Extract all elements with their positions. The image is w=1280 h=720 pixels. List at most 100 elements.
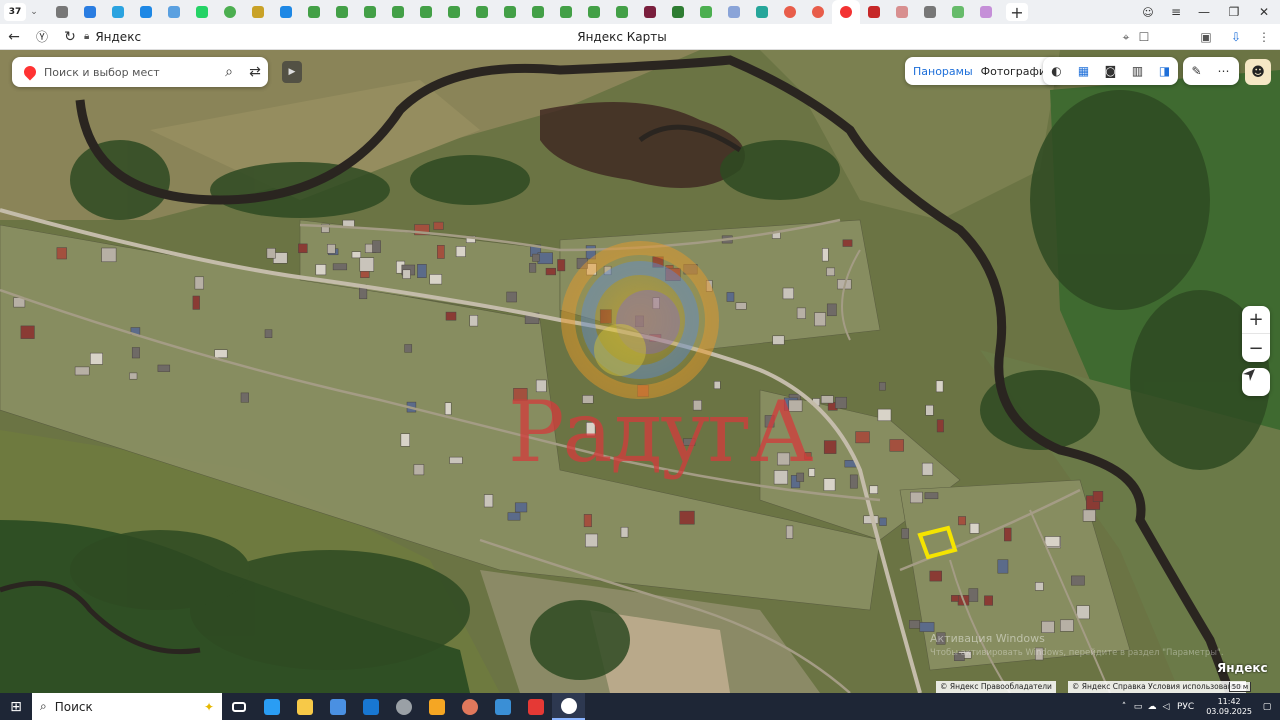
- minimize-button[interactable]: —: [1190, 0, 1218, 24]
- locate-me-button[interactable]: [1242, 368, 1270, 396]
- taskbar-app[interactable]: [387, 693, 420, 720]
- browser-tab[interactable]: [244, 0, 272, 24]
- browser-tab[interactable]: [580, 0, 608, 24]
- panoramas-button[interactable]: Панорамы: [909, 65, 977, 78]
- network-icon[interactable]: ▭: [1131, 702, 1145, 712]
- speaker-icon[interactable]: ◁: [1159, 702, 1173, 712]
- chevron-up-icon[interactable]: ˄: [1117, 702, 1131, 712]
- satellite-map[interactable]: [0, 50, 1280, 693]
- search-icon[interactable]: ⌕: [216, 59, 242, 85]
- browser-tab[interactable]: [860, 0, 888, 24]
- zoom-out-button[interactable]: −: [1242, 334, 1270, 362]
- yellow-leaf-icon: [252, 6, 264, 18]
- browser-tab[interactable]: [160, 0, 188, 24]
- new-tab-button[interactable]: +: [1006, 3, 1028, 22]
- taskbar-app[interactable]: [255, 693, 288, 720]
- browser-tab[interactable]: [888, 0, 916, 24]
- browser-tab[interactable]: [524, 0, 552, 24]
- yandex-icon[interactable]: Ⓨ: [28, 24, 56, 50]
- camera-icon[interactable]: ◙: [1097, 57, 1124, 85]
- menu-icon[interactable]: ⋮: [1256, 29, 1272, 45]
- red-circle-icon: [784, 6, 796, 18]
- yandex-logo[interactable]: Яндекс: [1217, 661, 1268, 675]
- building: [919, 622, 935, 632]
- profile-icon[interactable]: ☺: [1134, 0, 1162, 24]
- browser-tab[interactable]: [76, 0, 104, 24]
- lock-icon: 🔒︎: [84, 31, 90, 42]
- taskbar-app[interactable]: [519, 693, 552, 720]
- help-link[interactable]: Справка: [1113, 682, 1146, 691]
- browser-tab[interactable]: [552, 0, 580, 24]
- browser-tab[interactable]: [748, 0, 776, 24]
- taskbar-app[interactable]: [453, 693, 486, 720]
- windows-start-icon[interactable]: ⊞: [0, 693, 32, 720]
- droplet-icon: [728, 6, 740, 18]
- panorama-icon[interactable]: ◨: [1151, 57, 1178, 85]
- close-button[interactable]: ✕: [1250, 0, 1278, 24]
- browser-tab[interactable]: [356, 0, 384, 24]
- browser-tab[interactable]: [916, 0, 944, 24]
- browser-tab[interactable]: [412, 0, 440, 24]
- layers-icon[interactable]: ◐: [1043, 57, 1070, 85]
- chevron-down-icon[interactable]: ⌄: [26, 3, 42, 21]
- map-type-icon[interactable]: ▦: [1070, 57, 1097, 85]
- cloud-icon[interactable]: ☁: [1145, 702, 1159, 712]
- tab-count-button[interactable]: 37: [4, 3, 26, 21]
- rights-link[interactable]: Правообладатели: [981, 682, 1052, 691]
- browser-tab[interactable]: [384, 0, 412, 24]
- menu-icon[interactable]: ≡: [1162, 0, 1190, 24]
- sidebar-expand-button[interactable]: ▶: [282, 61, 302, 83]
- browser-tab[interactable]: [104, 0, 132, 24]
- site-label[interactable]: Яндекс: [95, 30, 141, 44]
- notifications-icon[interactable]: ▢: [1260, 702, 1274, 712]
- location-pin-icon[interactable]: ⌖: [1118, 29, 1134, 45]
- reload-button[interactable]: ↻: [56, 24, 84, 50]
- browser-tab[interactable]: [944, 0, 972, 24]
- avatar[interactable]: ☻: [1245, 59, 1271, 85]
- bus-icon[interactable]: ▥: [1124, 57, 1151, 85]
- browser-tab[interactable]: [328, 0, 356, 24]
- taskbar-app[interactable]: [222, 693, 255, 720]
- taskbar-app[interactable]: [552, 693, 585, 720]
- browser-tab[interactable]: [440, 0, 468, 24]
- maximize-button[interactable]: ❐: [1220, 0, 1248, 24]
- taskbar-app[interactable]: [420, 693, 453, 720]
- browser-tab[interactable]: [188, 0, 216, 24]
- search-input[interactable]: Поиск и выбор мест: [44, 66, 216, 79]
- map-viewport[interactable]: РадугА Поиск и выбор мест ⌕ ⇄ ▶ Панорамы…: [0, 50, 1280, 693]
- more-icon[interactable]: ⋯: [1210, 57, 1237, 85]
- collections-icon[interactable]: ▣: [1198, 29, 1214, 45]
- browser-tab[interactable]: [776, 0, 804, 24]
- search-box[interactable]: Поиск и выбор мест ⌕ ⇄: [12, 57, 268, 87]
- clock[interactable]: 11:42 03.09.2025: [1206, 697, 1252, 717]
- browser-tab[interactable]: [216, 0, 244, 24]
- taskbar-app[interactable]: [288, 693, 321, 720]
- browser-tab[interactable]: [300, 0, 328, 24]
- taskbar-app[interactable]: [354, 693, 387, 720]
- browser-tab[interactable]: [832, 0, 860, 24]
- browser-tab[interactable]: [272, 0, 300, 24]
- green-circle-icon: [224, 6, 236, 18]
- browser-tab[interactable]: [132, 0, 160, 24]
- language-indicator[interactable]: РУС: [1177, 702, 1194, 712]
- browser-tab[interactable]: [48, 0, 76, 24]
- taskbar-app[interactable]: [321, 693, 354, 720]
- browser-tab[interactable]: [972, 0, 1000, 24]
- ruler-icon[interactable]: ✎: [1183, 57, 1210, 85]
- back-button[interactable]: ←: [0, 24, 28, 50]
- terms-link[interactable]: Условия использования: [1148, 682, 1242, 691]
- browser-tab[interactable]: [720, 0, 748, 24]
- taskbar-app[interactable]: [486, 693, 519, 720]
- taskbar-search[interactable]: ⌕ Поиск ✦: [32, 693, 222, 720]
- route-icon[interactable]: ⇄: [242, 59, 268, 85]
- downloads-icon[interactable]: ⇩: [1228, 29, 1244, 45]
- browser-tab[interactable]: [636, 0, 664, 24]
- browser-tab[interactable]: [608, 0, 636, 24]
- browser-tab[interactable]: [692, 0, 720, 24]
- bookmark-icon[interactable]: ☐: [1136, 29, 1152, 45]
- browser-tab[interactable]: [664, 0, 692, 24]
- browser-tab[interactable]: [496, 0, 524, 24]
- zoom-in-button[interactable]: +: [1242, 306, 1270, 334]
- browser-tab[interactable]: [804, 0, 832, 24]
- browser-tab[interactable]: [468, 0, 496, 24]
